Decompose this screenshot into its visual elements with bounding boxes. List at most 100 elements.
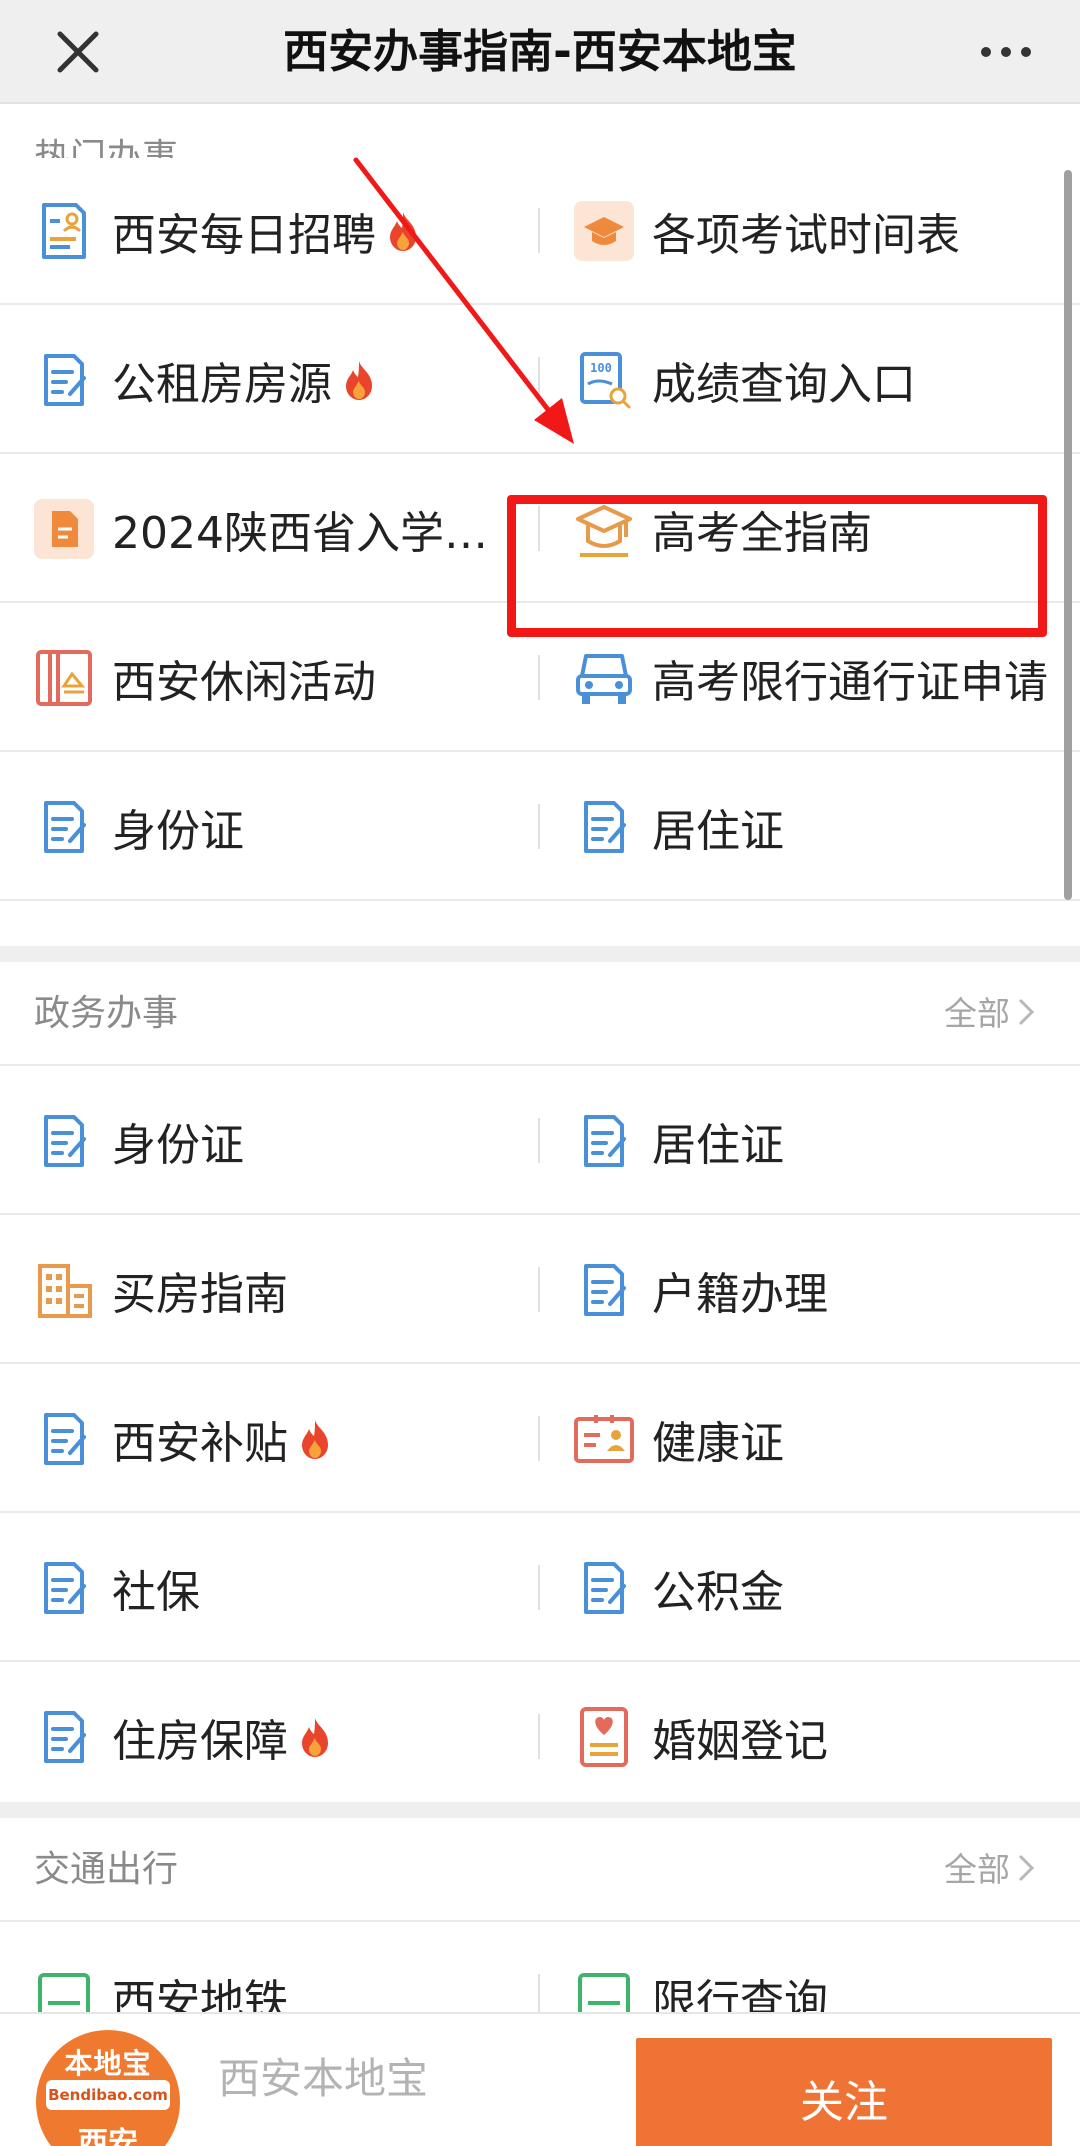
service-item[interactable]: 身份证 <box>32 1068 512 1213</box>
account-logo[interactable]: 本地宝 Bendibao.com 西安 <box>36 2030 180 2146</box>
service-label: 各项考试时间表 <box>652 209 960 261</box>
column-divider <box>538 357 540 402</box>
grid-row: 西安补贴 健康证 <box>0 1366 1080 1513</box>
grid-row: 2024陕西省入学政策 高考全指南 <box>0 456 1080 603</box>
service-label: 高考全指南 <box>652 507 872 559</box>
view-all-link[interactable]: 全部 <box>944 962 1036 1066</box>
section-gap <box>0 1802 1080 1818</box>
service-label: 居住证 <box>652 805 784 857</box>
fire-hot-icon <box>386 210 420 252</box>
service-item[interactable]: 婚姻登记 <box>572 1664 1050 1809</box>
column-divider <box>538 1565 540 1610</box>
document-icon <box>32 1705 96 1769</box>
view-all-label: 全部 <box>944 1850 1010 1889</box>
grid-row: 社保 公积金 <box>0 1515 1080 1662</box>
service-label: 社保 <box>112 1566 200 1618</box>
building-icon <box>32 1258 96 1322</box>
more-dots-icon[interactable] <box>968 14 1044 90</box>
service-label: 西安休闲活动 <box>112 656 376 708</box>
document-icon <box>572 1556 636 1620</box>
section-gap <box>0 946 1080 962</box>
grid-row: 西安休闲活动 高考限行通行证申请 <box>0 605 1080 752</box>
service-label: 身份证 <box>112 805 244 857</box>
service-item[interactable]: 住房保障 <box>32 1664 512 1809</box>
column-divider <box>538 1118 540 1163</box>
orange-document-icon <box>32 497 96 561</box>
car-icon <box>572 646 636 710</box>
account-name[interactable]: 西安本地宝 <box>218 2014 428 2144</box>
service-item[interactable]: 居住证 <box>572 754 1050 899</box>
document-icon <box>572 1258 636 1322</box>
column-divider <box>538 1267 540 1312</box>
service-item[interactable]: 高考全指南 <box>572 456 1050 601</box>
id-card-icon <box>572 1407 636 1471</box>
service-item[interactable]: 买房指南 <box>32 1217 512 1362</box>
document-icon <box>572 1109 636 1173</box>
service-item[interactable]: 西安每日招聘 <box>32 158 512 303</box>
document-icon <box>32 1407 96 1471</box>
service-label: 居住证 <box>652 1119 784 1171</box>
service-item[interactable]: 成绩查询入口 <box>572 307 1050 452</box>
document-icon <box>32 795 96 859</box>
service-label: 健康证 <box>652 1417 784 1469</box>
service-label: 婚姻登记 <box>652 1715 828 1767</box>
service-label: 成绩查询入口 <box>652 358 916 410</box>
document-icon <box>32 348 96 412</box>
service-item[interactable]: 居住证 <box>572 1068 1050 1213</box>
service-item[interactable]: 户籍办理 <box>572 1217 1050 1362</box>
follow-bar: 本地宝 Bendibao.com 西安 西安本地宝 关注 <box>0 2012 1080 2146</box>
service-item[interactable]: 身份证 <box>32 754 512 899</box>
service-item[interactable]: 公积金 <box>572 1515 1050 1660</box>
view-all-link[interactable]: 全部 <box>944 1818 1036 1922</box>
chevron-right-icon <box>1018 1854 1035 1882</box>
chevron-right-icon <box>1018 998 1035 1026</box>
service-item[interactable]: 西安休闲活动 <box>32 605 512 750</box>
graduation-cap-icon <box>572 199 636 263</box>
service-item[interactable]: 公租房房源 <box>32 307 512 452</box>
service-label: 户籍办理 <box>652 1268 828 1320</box>
column-divider <box>538 655 540 700</box>
section-title: 政务办事 <box>34 993 179 1034</box>
heart-certificate-icon <box>572 1705 636 1769</box>
grid-row: 身份证 居住证 <box>0 754 1080 901</box>
column-divider <box>538 208 540 253</box>
scrollbar[interactable] <box>1064 170 1072 900</box>
grid-row: 住房保障 婚姻登记 <box>0 1664 1080 1811</box>
column-divider <box>538 506 540 551</box>
service-label: 公积金 <box>652 1566 784 1618</box>
fire-hot-icon <box>342 359 376 401</box>
service-item[interactable]: 健康证 <box>572 1366 1050 1511</box>
section-header-transport: 交通出行 全部 <box>0 1818 1080 1922</box>
service-item[interactable]: 社保 <box>32 1515 512 1660</box>
service-label: 买房指南 <box>112 1268 288 1320</box>
service-label: 住房保障 <box>112 1715 288 1767</box>
grid-row: 西安每日招聘 各项考试时间表 <box>0 158 1080 305</box>
document-icon <box>572 795 636 859</box>
resume-icon <box>32 199 96 263</box>
score-search-icon <box>572 348 636 412</box>
service-label: 西安每日招聘 <box>112 209 376 261</box>
logo-text-city: 西安 <box>78 2126 138 2146</box>
grid-row: 公租房房源 成绩查询入口 <box>0 307 1080 454</box>
grid-row: 身份证 居住证 <box>0 1068 1080 1215</box>
fire-hot-icon <box>298 1716 332 1758</box>
service-item[interactable]: 2024陕西省入学政策 <box>32 456 512 601</box>
document-icon <box>32 1109 96 1173</box>
follow-button[interactable]: 关注 <box>636 2038 1052 2146</box>
grid-row: 买房指南 户籍办理 <box>0 1217 1080 1364</box>
close-icon[interactable] <box>40 14 116 90</box>
service-label: 2024陕西省入学政策 <box>112 507 512 559</box>
view-all-label: 全部 <box>944 994 1010 1033</box>
leisure-icon <box>32 646 96 710</box>
service-label: 西安补贴 <box>112 1417 288 1469</box>
document-icon <box>32 1556 96 1620</box>
service-item[interactable]: 各项考试时间表 <box>572 158 1050 303</box>
service-label: 身份证 <box>112 1119 244 1171</box>
service-label: 公租房房源 <box>112 358 332 410</box>
column-divider <box>538 1416 540 1461</box>
page-title: 西安办事指南-西安本地宝 <box>283 25 797 78</box>
section-header-government: 政务办事 全部 <box>0 962 1080 1066</box>
service-item[interactable]: 西安补贴 <box>32 1366 512 1511</box>
section-title: 交通出行 <box>34 1849 179 1890</box>
service-item[interactable]: 高考限行通行证申请 <box>572 605 1050 750</box>
